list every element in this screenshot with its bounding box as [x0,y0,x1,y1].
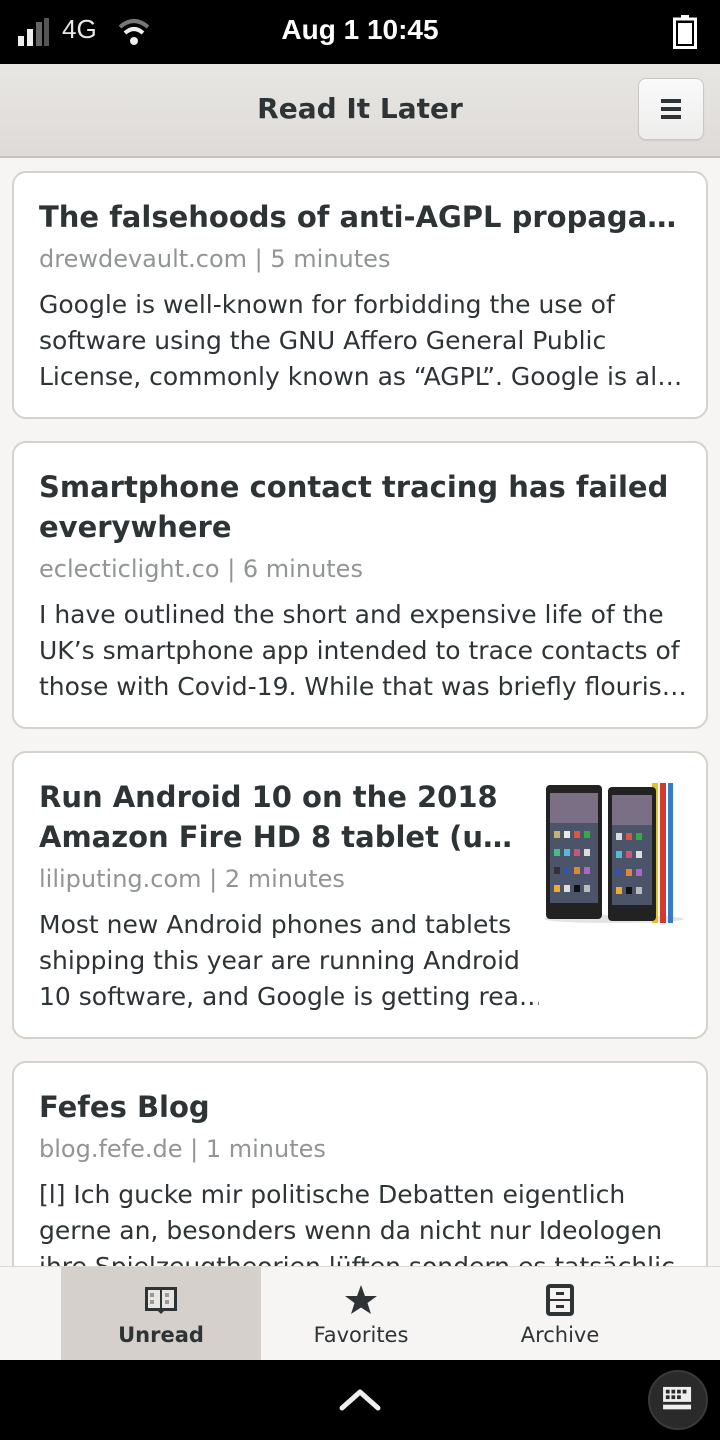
article-meta: drewdevault.com | 5 minutes [39,245,391,273]
article-title: Smartphone contact tracing has failed [39,470,669,504]
tab-favorites[interactable]: Favorites [261,1267,461,1361]
clock: Aug 1 10:45 [281,14,439,45]
excerpt-line: I have outlined the short and expensive … [39,600,664,629]
keyboard-icon [663,1386,692,1410]
book-icon [145,1287,177,1314]
star-icon [345,1285,377,1314]
excerpt-line: those with Covid-19. While that was brie… [39,672,687,701]
article-card[interactable]: The falsehoods of anti-AGPL propaganda d… [12,171,708,419]
article-meta: liliputing.com | 2 minutes [39,865,345,893]
excerpt-line: [l] Ich gucke mir politische Debatten ei… [39,1180,626,1209]
hamburger-line [661,115,681,119]
excerpt-line: gerne an, besonders wenn da nicht nur Id… [39,1216,663,1245]
excerpt-line: Google is well-known for forbidding the … [39,290,615,319]
tab-archive[interactable]: Archive [460,1267,660,1361]
excerpt-line: shipping this year are running Android [39,946,520,975]
hamburger-menu-icon [661,99,681,103]
article-meta: blog.fefe.de | 1 minutes [39,1135,326,1163]
excerpt-line: 10 software, and Google is getting rea… [39,982,539,1011]
excerpt-line: software using the GNU Affero General Pu… [39,326,607,355]
archive-cabinet-icon [546,1284,574,1316]
tab-unread[interactable]: Unread [61,1267,261,1361]
keyboard-toggle-button[interactable] [648,1370,708,1430]
article-excerpt: [l] Ich gucke mir politische Debatten ei… [39,1177,689,1266]
excerpt-line: ihre Spielzeugtheorien lüften sondern es… [39,1249,689,1266]
battery-icon [673,15,697,49]
article-title-line-2: everywhere [39,510,232,544]
excerpt-line: Most new Android phones and tablets [39,910,512,939]
tab-label: Unread [118,1323,204,1347]
article-excerpt: I have outlined the short and expensive … [39,597,689,705]
article-title-line-2: Amazon Fire HD 8 tablet (unoffi… [39,820,529,854]
article-excerpt: Most new Android phones and tablets ship… [39,907,539,1015]
main-menu-button[interactable] [638,78,704,140]
status-bar: 4G Aug 1 10:45 [0,0,720,64]
tab-label: Favorites [313,1323,409,1347]
article-card[interactable]: Fefes Blog blog.fefe.de | 1 minutes [l] … [12,1061,708,1266]
excerpt-line: License, commonly known as “AGPL”. Googl… [39,362,683,391]
system-nav-bar [0,1360,720,1440]
header-bar: Read It Later [0,64,720,158]
chevron-up-icon[interactable] [336,1380,384,1420]
article-meta: eclecticlight.co | 6 minutes [39,555,363,583]
page-title: Read It Later [257,92,463,125]
tablet-thumbnail [544,783,684,923]
excerpt-line: UK’s smartphone app intended to trace co… [39,636,680,665]
article-excerpt: Google is well-known for forbidding the … [39,287,689,395]
tab-label: Archive [520,1323,600,1347]
article-list[interactable]: The falsehoods of anti-AGPL propaganda d… [0,158,720,1266]
view-switcher-bar: Unread Favorites Archive [0,1266,720,1361]
article-title: Fefes Blog [39,1090,210,1124]
article-card[interactable]: Run Android 10 on the 2018 Amazon Fire H… [12,751,708,1039]
article-title: The falsehoods of anti-AGPL propaganda [39,200,679,234]
hamburger-line [661,107,681,111]
article-title: Run Android 10 on the 2018 [39,780,498,814]
article-card[interactable]: Smartphone contact tracing has failed ev… [12,441,708,729]
